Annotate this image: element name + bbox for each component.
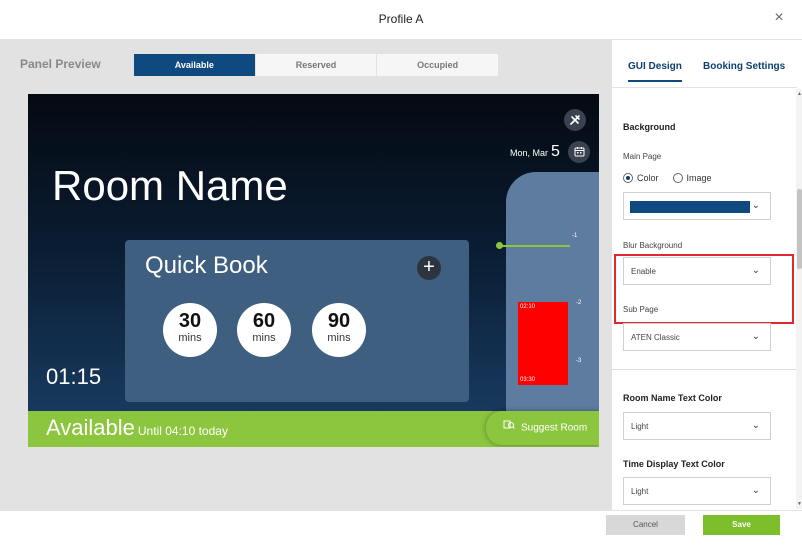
suggest-room-button[interactable]: Suggest Room — [486, 411, 599, 445]
date-day: 5 — [551, 143, 560, 160]
timeline-tick: -3 — [576, 358, 582, 364]
quick-book-90-button[interactable]: 90 mins — [312, 303, 366, 357]
background-section-title: Background — [623, 122, 676, 132]
close-icon[interactable]: × — [770, 9, 788, 27]
suggest-room-icon — [503, 411, 515, 445]
chevron-down-icon: ⌄ — [751, 265, 760, 276]
sub-page-select[interactable]: ATEN Classic ⌄ — [623, 323, 771, 351]
settings-scroll-area: Background Main Page Color Image ⌄ Blur … — [612, 89, 796, 509]
status-sub: Until 04:10 today — [137, 424, 228, 438]
radio-image[interactable]: Image — [672, 173, 712, 183]
save-button[interactable]: Save — [703, 515, 780, 535]
room-name-text-color-title: Room Name Text Color — [623, 393, 722, 403]
panel-preview-label: Panel Preview — [20, 57, 101, 71]
settings-scrollbar[interactable]: ▲ ▼ — [796, 89, 802, 509]
preview-area: Panel Preview Available Reserved Occupie… — [0, 40, 611, 510]
title-bar: Profile A × — [0, 0, 802, 40]
status-text: Available Until 04:10 today — [46, 415, 228, 441]
mins-value: 60 — [252, 310, 276, 332]
radio-dot-selected — [623, 173, 633, 183]
settings-tabs: GUI Design Booking Settings — [612, 40, 797, 88]
state-tab-occupied[interactable]: Occupied — [377, 54, 499, 76]
chevron-down-icon: ⌄ — [751, 200, 760, 211]
radio-image-label: Image — [686, 173, 712, 183]
profile-dialog: Profile A × Panel Preview Available Rese… — [0, 0, 802, 546]
radio-dot — [672, 173, 683, 183]
suggest-room-label: Suggest Room — [521, 422, 588, 434]
radio-color[interactable]: Color — [623, 173, 659, 183]
tools-icon[interactable] — [564, 109, 586, 131]
current-time-line — [500, 245, 570, 247]
blur-background-value: Enable — [631, 267, 656, 276]
room-name-text-color-select[interactable]: Light ⌄ — [623, 412, 771, 440]
booking-end: 03:30 — [520, 377, 536, 383]
chevron-down-icon: ⌄ — [751, 420, 760, 431]
quick-book-panel: Quick Book + 30 mins 60 mins 90 mins — [125, 240, 469, 402]
state-tab-available[interactable]: Available — [134, 54, 256, 76]
tab-gui-design[interactable]: GUI Design — [628, 61, 682, 82]
quick-book-title: Quick Book — [145, 252, 268, 279]
quick-book-60-button[interactable]: 60 mins — [237, 303, 291, 357]
date-display: Mon, Mar 5 — [510, 143, 560, 161]
radio-color-label: Color — [637, 173, 659, 183]
mins-unit: mins — [252, 332, 276, 344]
color-swatch — [630, 201, 750, 213]
sub-page-value: ATEN Classic — [631, 333, 680, 342]
scroll-down-icon[interactable]: ▼ — [797, 501, 802, 507]
blur-background-label: Blur Background — [623, 241, 683, 250]
time-display-text-color-value: Light — [631, 487, 649, 496]
settings-panel: GUI Design Booking Settings Background M… — [611, 40, 802, 510]
chevron-down-icon: ⌄ — [751, 485, 760, 496]
dialog-footer: Cancel Save — [0, 510, 802, 546]
timeline-tick: -2 — [576, 300, 582, 306]
quick-book-30-button[interactable]: 30 mins — [163, 303, 217, 357]
blur-background-select[interactable]: Enable ⌄ — [623, 257, 771, 285]
room-name: Room Name — [52, 162, 288, 209]
state-tab-reserved[interactable]: Reserved — [255, 54, 378, 76]
booking-start: 02:10 — [520, 304, 536, 310]
scroll-up-icon[interactable]: ▲ — [797, 91, 802, 97]
chevron-down-icon: ⌄ — [751, 331, 760, 342]
clock: 01:15 — [46, 364, 102, 389]
booking-block[interactable]: 02:10 03:30 — [518, 302, 568, 385]
tab-booking-settings[interactable]: Booking Settings — [703, 61, 785, 72]
calendar-icon[interactable] — [568, 141, 590, 163]
scroll-thumb[interactable] — [797, 189, 802, 269]
mins-unit: mins — [178, 332, 202, 344]
date-prefix: Mon, Mar — [510, 148, 549, 158]
mins-value: 90 — [327, 310, 351, 332]
timeline: -1 -2 -3 02:10 03:30 — [506, 172, 599, 432]
room-name-text-color-value: Light — [631, 422, 649, 431]
cancel-button[interactable]: Cancel — [606, 515, 685, 535]
timeline-tick: -1 — [572, 233, 578, 239]
add-icon[interactable]: + — [417, 256, 441, 280]
main-page-radio-group: Color Image — [623, 173, 712, 183]
sub-page-label: Sub Page — [623, 305, 659, 314]
time-display-text-color-title: Time Display Text Color — [623, 459, 725, 469]
mins-value: 30 — [178, 310, 202, 332]
state-tabs: Available Reserved Occupied — [134, 54, 499, 76]
mins-unit: mins — [327, 332, 351, 344]
main-page-label: Main Page — [623, 152, 662, 161]
window-title: Profile A — [378, 12, 424, 26]
main-page-color-picker[interactable]: ⌄ — [623, 192, 771, 220]
divider — [612, 369, 796, 370]
panel-screen: Room Name Mon, Mar 5 -1 -2 -3 02:10 03:3… — [28, 94, 599, 447]
status-label: Available — [46, 415, 135, 440]
time-display-text-color-select[interactable]: Light ⌄ — [623, 477, 771, 505]
